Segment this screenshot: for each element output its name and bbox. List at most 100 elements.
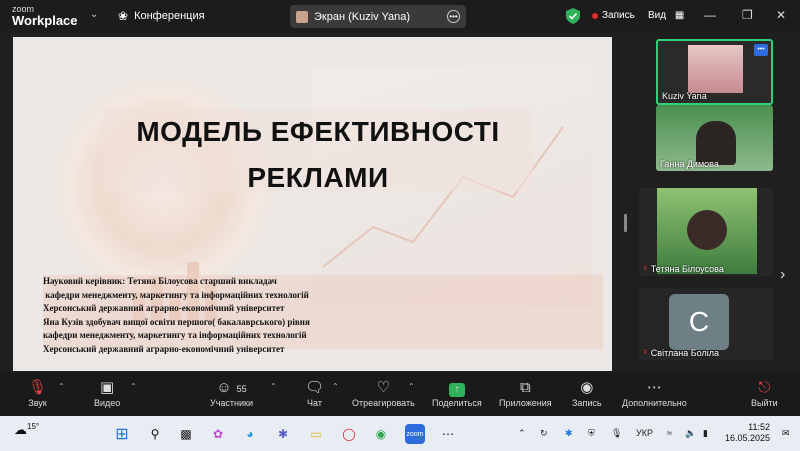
sync-icon[interactable]: ↻: [540, 428, 548, 439]
share-label: Поделиться: [432, 398, 482, 408]
title-bar: zoom Workplace ⌄ ❀ Конференция Экран (Ku…: [0, 0, 800, 32]
zoom-taskbar-icon[interactable]: zoom: [405, 424, 425, 444]
apps-button[interactable]: ⧉ Приложения: [499, 378, 552, 408]
participant-name: Kuziv Yana: [662, 91, 707, 101]
participants-options-icon[interactable]: ⌃: [270, 382, 277, 391]
react-label: Отреагировать: [352, 398, 415, 408]
restore-icon[interactable]: ❐: [742, 8, 753, 22]
sharer-avatar-icon: [296, 10, 308, 23]
minimize-icon[interactable]: —: [704, 8, 716, 22]
participant-tile[interactable]: С ☓ Світлана Боліла: [639, 288, 773, 360]
record-icon: ◉: [580, 379, 594, 396]
chat-icon: 🗨: [305, 379, 325, 396]
tray-chevron-icon[interactable]: ⌃: [518, 428, 526, 439]
recording-indicator[interactable]: Запись: [592, 10, 635, 21]
react-button[interactable]: ♡ Отреагировать: [352, 378, 415, 408]
audio-button[interactable]: 🎙 Звук: [28, 378, 47, 408]
participant-name: Ганна Димова: [660, 159, 719, 169]
share-screen-pill[interactable]: Экран (Kuziv Yana) •••: [290, 5, 466, 28]
clock[interactable]: 11:52 16.05.2025: [722, 422, 770, 444]
battery-icon[interactable]: ▮: [703, 428, 708, 439]
people-icon: ☺ 55: [216, 379, 247, 396]
meeting-info-button[interactable]: ❀ Конференция: [118, 9, 205, 23]
start-icon[interactable]: ⊞: [112, 424, 132, 444]
record-dot-icon: [592, 12, 598, 19]
heart-icon: ♡: [376, 379, 391, 396]
video-label: Видео: [94, 398, 121, 408]
avatar: С: [669, 294, 729, 350]
shared-screen: МОДЕЛЬ ЕФЕКТИВНОСТІ РЕКЛАМИ Науковий кер…: [13, 37, 612, 371]
clock-time: 11:52: [748, 422, 770, 432]
zoom-logo: zoom Workplace: [12, 4, 78, 28]
view-button[interactable]: Вид ▦: [648, 10, 684, 21]
panel-resize-handle[interactable]: [624, 214, 627, 232]
shield-icon[interactable]: [566, 8, 580, 29]
participant-tile[interactable]: ••• Kuziv Yana: [656, 39, 773, 105]
mic-muted-icon: ☓: [643, 263, 648, 273]
grid-icon: ▦: [674, 10, 685, 21]
share-button[interactable]: ↑ Поделиться: [432, 378, 482, 408]
language-indicator[interactable]: УКР: [636, 428, 653, 438]
leave-icon: ⎋: [758, 379, 771, 396]
wifi-icon[interactable]: ≈: [667, 428, 672, 438]
tile-more-icon[interactable]: •••: [754, 44, 768, 56]
react-options-icon[interactable]: ⌃: [408, 382, 415, 391]
os-taskbar: ☁15° ⊞ ⚲ ▩ ✿ ◕ ✱ ▭ ◯ ◉ zoom ⋯ ⌃ ↻ ✱ ⛨ 🎙 …: [0, 416, 800, 451]
participant-video: [688, 45, 743, 93]
camera-icon: ▣: [100, 379, 115, 396]
chat-button[interactable]: 🗨 Чат: [305, 378, 324, 408]
slide-credits: Науковий керівник: Тетяна Білоусова стар…: [43, 276, 310, 354]
slide-credits-band: Науковий керівник: Тетяна Білоусова стар…: [43, 275, 603, 354]
more-apps-icon[interactable]: ⋯: [438, 424, 458, 444]
slide-title: МОДЕЛЬ ЕФЕКТИВНОСТІ РЕКЛАМИ: [136, 116, 500, 193]
leave-label: Выйти: [751, 398, 778, 408]
search-icon[interactable]: ⚲: [145, 424, 165, 444]
participants-button[interactable]: ☺ 55 Участники: [210, 378, 253, 408]
notifications-icon[interactable]: ✉: [782, 428, 790, 439]
bluetooth-icon[interactable]: ✱: [565, 428, 573, 439]
more-label: Дополнительно: [622, 398, 687, 408]
audio-label: Звук: [28, 398, 47, 408]
participant-video: [657, 188, 757, 274]
chat-options-icon[interactable]: ⌃: [332, 382, 339, 391]
more-options-icon[interactable]: •••: [447, 10, 460, 23]
volume-icon[interactable]: 🔈: [685, 428, 696, 439]
participant-tile[interactable]: ☓ Тетяна Білоусова: [639, 188, 773, 276]
video-button[interactable]: ▣ Видео: [94, 378, 120, 408]
next-page-icon[interactable]: ›: [780, 266, 785, 284]
chat-label: Чат: [307, 398, 322, 408]
task-view-icon[interactable]: ▩: [176, 424, 196, 444]
opera-icon[interactable]: ◯: [339, 424, 359, 444]
record-label: Запись: [572, 398, 602, 408]
copilot-icon[interactable]: ✿: [208, 424, 228, 444]
apps-icon: ⧉: [519, 379, 531, 396]
leave-button[interactable]: ⎋ Выйти: [751, 378, 778, 408]
close-icon[interactable]: ✕: [776, 8, 786, 22]
weather-widget[interactable]: ☁15°: [14, 422, 39, 438]
meeting-toolbar: 🎙 Звук ⌃ ▣ Видео ⌃ ☺ 55 Участники ⌃ 🗨 Чат ⌃ ♡…: [0, 372, 800, 416]
more-button[interactable]: ⋯ Дополнительно: [622, 378, 687, 408]
apps-label: Приложения: [499, 398, 552, 408]
record-button[interactable]: ◉ Запись: [572, 378, 602, 408]
share-arrow-icon: ↑: [448, 378, 465, 398]
more-icon: ⋯: [646, 379, 662, 396]
microphone-icon[interactable]: 🎙: [611, 428, 622, 439]
chevron-down-icon[interactable]: ⌄: [90, 9, 98, 20]
participants-count: 55: [236, 384, 247, 394]
mic-muted-icon: 🎙: [28, 379, 48, 396]
share-pill-label: Экран (Kuziv Yana): [314, 10, 411, 23]
logo-bottom-text: Workplace: [12, 13, 78, 28]
paw-icon: ❀: [118, 9, 129, 23]
audio-options-icon[interactable]: ⌃: [58, 382, 65, 391]
chrome-icon[interactable]: ◉: [371, 424, 391, 444]
clock-date: 16.05.2025: [724, 433, 770, 443]
mic-muted-icon: ☓: [643, 347, 648, 357]
security-icon[interactable]: ⛨: [588, 428, 595, 439]
participant-tile[interactable]: Ганна Димова: [656, 105, 773, 171]
edge-icon[interactable]: ◕: [240, 424, 260, 444]
view-label: Вид: [648, 10, 667, 21]
file-explorer-icon[interactable]: ▭: [306, 424, 326, 444]
teams-icon[interactable]: ✱: [273, 424, 293, 444]
participant-name: ☓ Світлана Боліла: [643, 347, 719, 358]
video-options-icon[interactable]: ⌃: [130, 382, 137, 391]
